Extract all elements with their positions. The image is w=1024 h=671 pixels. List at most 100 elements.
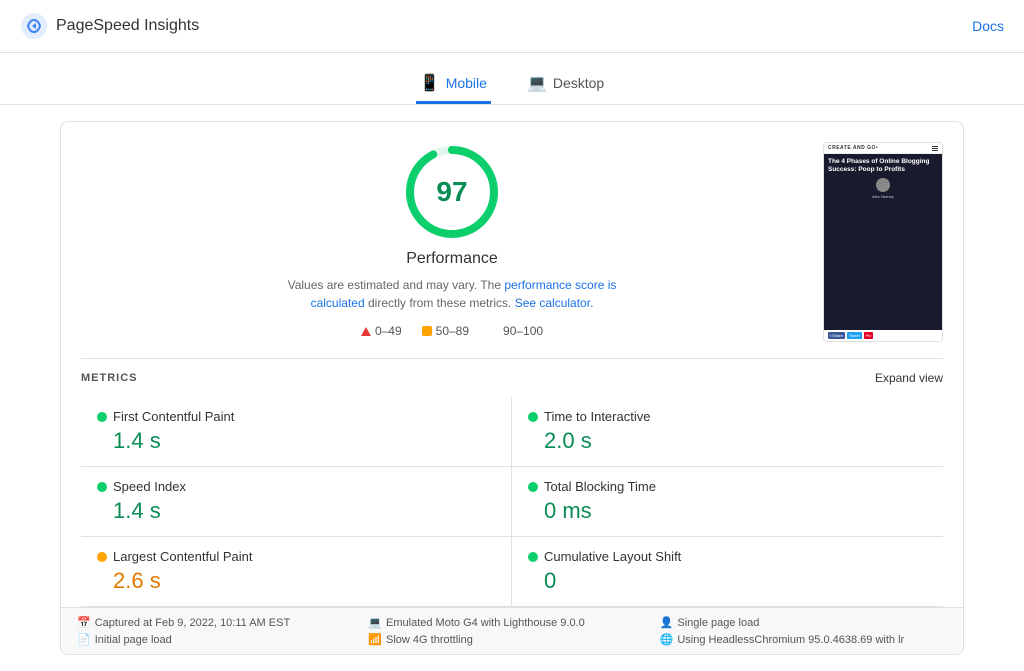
si-value: 1.4 s bbox=[113, 498, 495, 524]
single-page-text: Single page load bbox=[677, 617, 759, 629]
lcp-value: 2.6 s bbox=[113, 568, 495, 594]
metrics-header: METRICS Expand view bbox=[81, 371, 943, 385]
mobile-tab-label: Mobile bbox=[446, 75, 487, 91]
fcp-label: First Contentful Paint bbox=[113, 409, 234, 424]
footer-info: 📅 Captured at Feb 9, 2022, 10:11 AM EST … bbox=[61, 607, 963, 654]
tabs-container: 📱 Mobile 💻 Desktop bbox=[0, 53, 1024, 105]
screenshot-area: CREATE AND GO• The 4 Phases of Online Bl… bbox=[823, 142, 943, 342]
header: PageSpeed Insights Docs bbox=[0, 0, 1024, 53]
score-ring: 97 bbox=[402, 142, 502, 242]
footer-browser: 🌐 Using HeadlessChromium 95.0.4638.69 wi… bbox=[660, 633, 947, 646]
metric-si: Speed Index 1.4 s bbox=[81, 467, 512, 537]
main-content: 97 Performance Values are estimated and … bbox=[0, 105, 1024, 671]
legend-average: 50–89 bbox=[422, 324, 469, 338]
screenshot-mock: CREATE AND GO• The 4 Phases of Online Bl… bbox=[824, 143, 942, 341]
fail-icon bbox=[361, 327, 371, 336]
page-load-text: Initial page load bbox=[95, 634, 172, 646]
legend-fail: 0–49 bbox=[361, 324, 402, 338]
legend-pass: 90–100 bbox=[489, 324, 543, 338]
desktop-tab-icon: 💻 bbox=[527, 73, 547, 93]
tbt-label: Total Blocking Time bbox=[544, 479, 656, 494]
lcp-label: Largest Contentful Paint bbox=[113, 549, 252, 564]
legend-fail-label: 0–49 bbox=[375, 324, 402, 338]
pin-btn: Pin bbox=[864, 332, 874, 339]
metric-si-label-row: Speed Index bbox=[97, 479, 495, 494]
tab-desktop[interactable]: 💻 Desktop bbox=[523, 65, 608, 104]
expand-view-button[interactable]: Expand view bbox=[875, 371, 943, 385]
calendar-icon: 📅 bbox=[77, 616, 91, 629]
desktop-tab-label: Desktop bbox=[553, 75, 604, 91]
user-icon: 👤 bbox=[660, 616, 674, 629]
lcp-dot bbox=[97, 552, 107, 562]
tti-label: Time to Interactive bbox=[544, 409, 650, 424]
legend: 0–49 50–89 90–100 bbox=[361, 324, 543, 338]
screenshot-avatar bbox=[876, 178, 890, 192]
browser-text: Using HeadlessChromium 95.0.4638.69 with… bbox=[677, 634, 904, 646]
footer-page-load: 📄 Initial page load bbox=[77, 633, 364, 646]
screenshot-sub: Alex Nerney bbox=[828, 194, 938, 199]
tab-mobile[interactable]: 📱 Mobile bbox=[416, 65, 491, 104]
footer-col3: 👤 Single page load 🌐 Using HeadlessChrom… bbox=[660, 616, 947, 646]
docs-link[interactable]: Docs bbox=[972, 18, 1004, 34]
device-icon: 💻 bbox=[368, 616, 382, 629]
metrics-grid: First Contentful Paint 1.4 s Time to Int… bbox=[81, 397, 943, 607]
screenshot-header: CREATE AND GO• bbox=[824, 143, 942, 154]
metric-fcp-label-row: First Contentful Paint bbox=[97, 409, 495, 424]
legend-average-label: 50–89 bbox=[436, 324, 469, 338]
average-icon bbox=[422, 326, 432, 336]
metric-tti-label-row: Time to Interactive bbox=[528, 409, 927, 424]
si-dot bbox=[97, 482, 107, 492]
tti-value: 2.0 s bbox=[544, 428, 927, 454]
metric-tbt: Total Blocking Time 0 ms bbox=[512, 467, 943, 537]
fcp-value: 1.4 s bbox=[113, 428, 495, 454]
footer-throttling: 📶 Slow 4G throttling bbox=[368, 633, 655, 646]
cls-dot bbox=[528, 552, 538, 562]
footer-capture-date: 📅 Captured at Feb 9, 2022, 10:11 AM EST bbox=[77, 616, 364, 629]
hamburger-icon bbox=[932, 146, 938, 151]
results-area: 97 Performance Values are estimated and … bbox=[60, 121, 964, 655]
logo-area: PageSpeed Insights bbox=[20, 12, 199, 40]
screenshot-site-name: CREATE AND GO• bbox=[828, 145, 878, 151]
metric-tti: Time to Interactive 2.0 s bbox=[512, 397, 943, 467]
tbt-dot bbox=[528, 482, 538, 492]
footer-emulated: 💻 Emulated Moto G4 with Lighthouse 9.0.0 bbox=[368, 616, 655, 629]
metric-fcp: First Contentful Paint 1.4 s bbox=[81, 397, 512, 467]
screenshot-footer: f Share Tweet Pin bbox=[824, 330, 942, 341]
footer-col1: 📅 Captured at Feb 9, 2022, 10:11 AM EST … bbox=[77, 616, 364, 646]
cls-value: 0 bbox=[544, 568, 927, 594]
tbt-value: 0 ms bbox=[544, 498, 927, 524]
capture-date-text: Captured at Feb 9, 2022, 10:11 AM EST bbox=[95, 617, 290, 629]
score-number: 97 bbox=[436, 176, 467, 208]
metric-cls-label-row: Cumulative Layout Shift bbox=[528, 549, 927, 564]
score-section: 97 Performance Values are estimated and … bbox=[81, 142, 823, 338]
logo-text: PageSpeed Insights bbox=[56, 17, 199, 35]
pagespeed-logo-icon bbox=[20, 12, 48, 40]
footer-col2: 💻 Emulated Moto G4 with Lighthouse 9.0.0… bbox=[368, 616, 655, 646]
signal-icon: 📶 bbox=[368, 633, 382, 646]
mobile-tab-icon: 📱 bbox=[420, 73, 440, 93]
metric-lcp-label-row: Largest Contentful Paint bbox=[97, 549, 495, 564]
fcp-dot bbox=[97, 412, 107, 422]
see-calculator-link[interactable]: See calculator. bbox=[515, 296, 594, 310]
facebook-btn: f Share bbox=[828, 332, 845, 339]
throttling-text: Slow 4G throttling bbox=[386, 634, 473, 646]
pass-icon bbox=[489, 326, 499, 336]
metrics-section: METRICS Expand view First Contentful Pai… bbox=[81, 358, 943, 607]
values-note-text: Values are estimated and may vary. The bbox=[288, 278, 505, 292]
performance-label: Performance bbox=[406, 250, 498, 268]
emulated-text: Emulated Moto G4 with Lighthouse 9.0.0 bbox=[386, 617, 585, 629]
page-icon: 📄 bbox=[77, 633, 91, 646]
values-note: Values are estimated and may vary. The p… bbox=[282, 276, 622, 312]
legend-pass-label: 90–100 bbox=[503, 324, 543, 338]
footer-single-page: 👤 Single page load bbox=[660, 616, 947, 629]
score-and-screenshot: 97 Performance Values are estimated and … bbox=[81, 142, 943, 342]
metric-lcp: Largest Contentful Paint 2.6 s bbox=[81, 537, 512, 607]
screenshot-hero: The 4 Phases of Online Blogging Success:… bbox=[824, 154, 942, 330]
cls-label: Cumulative Layout Shift bbox=[544, 549, 681, 564]
metric-tbt-label-row: Total Blocking Time bbox=[528, 479, 927, 494]
metric-cls: Cumulative Layout Shift 0 bbox=[512, 537, 943, 607]
values-note-text2: directly from these metrics. bbox=[368, 296, 515, 310]
screenshot-title: The 4 Phases of Online Blogging Success:… bbox=[828, 158, 938, 175]
browser-icon: 🌐 bbox=[660, 633, 674, 646]
tweet-btn: Tweet bbox=[847, 332, 862, 339]
